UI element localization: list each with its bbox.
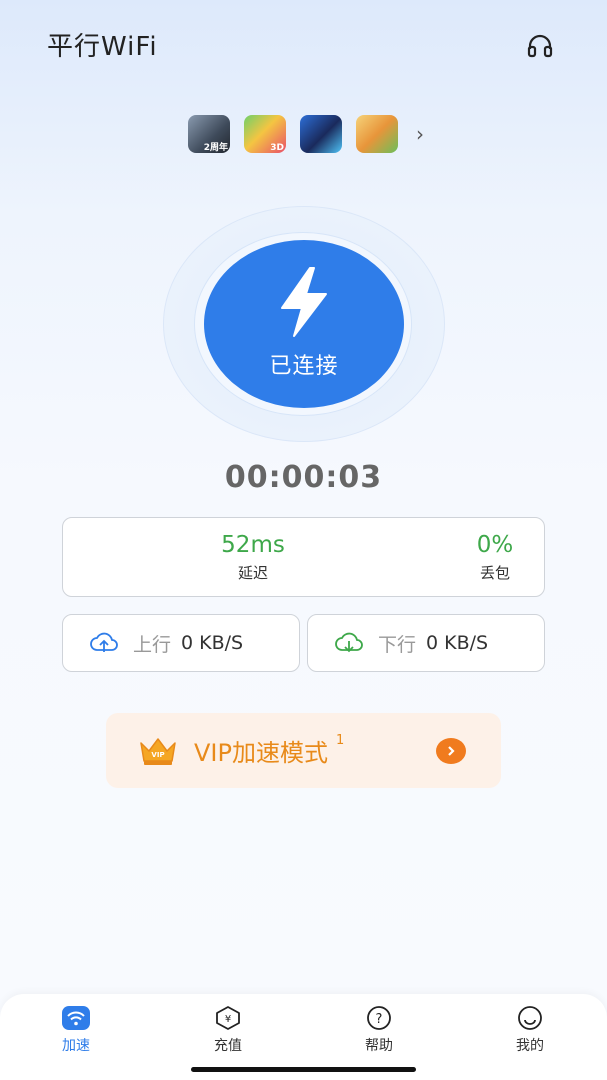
game-icon-2[interactable]: 3D: [244, 115, 286, 153]
vip-mode-label: VIP加速模式: [194, 739, 328, 767]
upload-label: 上行: [133, 633, 172, 656]
lightning-icon: [281, 267, 327, 337]
chevron-right-icon[interactable]: ›: [416, 122, 424, 146]
download-speed-card: 下行 0 KB/S: [307, 614, 545, 672]
smiley-icon: [515, 1004, 545, 1032]
download-label: 下行: [378, 633, 417, 656]
packet-loss-value: 0%: [476, 532, 514, 558]
tab-accelerate[interactable]: 加速: [36, 1004, 116, 1055]
latency-label: 延迟: [237, 564, 268, 582]
tab-label: 帮助: [365, 1038, 393, 1054]
cloud-download-icon: [334, 631, 364, 655]
svg-text:?: ?: [376, 1012, 383, 1027]
chevron-right-icon[interactable]: [436, 738, 466, 764]
latency-stat: 52ms 延迟: [173, 532, 333, 583]
latency-value: 52ms: [221, 532, 285, 558]
svg-text:¥: ¥: [225, 1014, 231, 1025]
game-icon-3[interactable]: [300, 115, 342, 153]
upload-speed-card: 上行 0 KB/S: [62, 614, 300, 672]
network-stats-card: 52ms 延迟 0% 丢包: [62, 517, 545, 597]
vip-mode-banner[interactable]: VIP VIP加速模式 1: [106, 713, 501, 788]
header: 平行WiFi: [0, 0, 607, 90]
tab-help[interactable]: ? 帮助: [339, 1004, 419, 1055]
tab-label: 充值: [214, 1038, 242, 1054]
cloud-upload-icon: [89, 631, 119, 655]
connect-button[interactable]: 已连接: [204, 240, 404, 408]
game-icon-4[interactable]: [356, 115, 398, 153]
tab-profile[interactable]: 我的: [490, 1004, 570, 1055]
app-title: 平行WiFi: [47, 32, 158, 62]
headset-icon: [527, 34, 553, 58]
game-tag: 3D: [270, 143, 284, 153]
upload-value: 0 KB/S: [181, 632, 244, 654]
game-shortcuts: 2周年 3D ›: [188, 114, 424, 154]
tab-label: 加速: [62, 1038, 90, 1054]
tab-recharge[interactable]: ¥ 充值: [188, 1004, 268, 1055]
game-tag: 2周年: [203, 143, 228, 153]
home-indicator: [191, 1067, 416, 1072]
packet-loss-stat: 0% 丢包: [415, 532, 575, 583]
download-value: 0 KB/S: [426, 632, 489, 654]
connection-timer: 00:00:03: [224, 460, 383, 495]
game-icon-1[interactable]: 2周年: [188, 115, 230, 153]
connect-status-label: 已连接: [269, 354, 339, 379]
crown-icon: VIP: [140, 737, 176, 765]
yuan-icon: ¥: [213, 1004, 243, 1032]
support-button[interactable]: [522, 28, 558, 64]
wifi-icon: [61, 1004, 91, 1032]
tab-label: 我的: [516, 1038, 544, 1054]
question-icon: ?: [364, 1004, 394, 1032]
crown-text: VIP: [151, 751, 164, 759]
vip-mode-superscript: 1: [335, 733, 345, 748]
packet-loss-label: 丢包: [479, 564, 510, 582]
